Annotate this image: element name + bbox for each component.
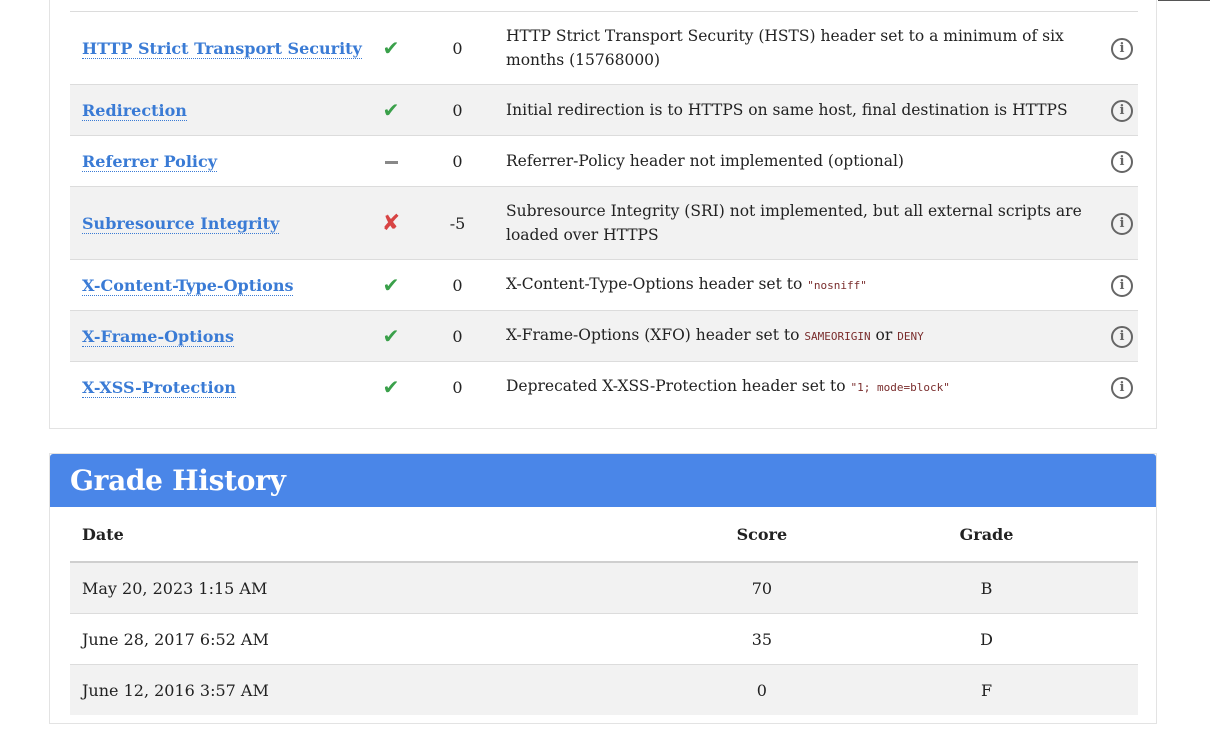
- test-score: -5: [449, 213, 466, 233]
- checkmark-icon: ✔: [382, 375, 400, 400]
- header-value: SAMEORIGIN: [804, 330, 871, 343]
- info-icon[interactable]: i: [1111, 212, 1133, 235]
- table-row: X-XSS-Protection ✔ 0 Deprecated X-XSS-Pr…: [70, 361, 1138, 413]
- history-score: 0: [756, 680, 767, 700]
- top-divider: [1158, 0, 1210, 1]
- history-score: 70: [688, 562, 836, 614]
- grade-history-panel: Grade History Date Score Grade May 20, 2…: [49, 453, 1157, 724]
- checkmark-icon: ✔: [382, 273, 400, 297]
- header-value: "nosniff": [807, 279, 867, 292]
- table-row: June 12, 2016 3:57 AM 0 F: [70, 664, 1138, 715]
- checkmark-icon: ✔: [382, 36, 400, 60]
- column-header-grade: Grade: [835, 507, 1138, 563]
- test-score: 0: [452, 38, 463, 58]
- test-link-subresource-integrity[interactable]: Subresource Integrity: [82, 213, 280, 234]
- cross-icon: ✘: [381, 210, 401, 236]
- info-icon[interactable]: i: [1111, 376, 1133, 399]
- history-date: June 28, 2017 6:52 AM: [70, 613, 689, 665]
- table-row: June 28, 2017 6:52 AM 35 D: [70, 613, 1138, 665]
- test-link-x-content-type-options[interactable]: X-Content-Type-Options: [82, 275, 294, 296]
- grade-history-title: Grade History: [50, 454, 1156, 507]
- info-icon[interactable]: i: [1111, 274, 1133, 297]
- table-row: Referrer Policy 0 Referrer-Policy header…: [70, 135, 1138, 187]
- history-grade: B: [835, 562, 1138, 614]
- test-score: 0: [452, 275, 463, 295]
- history-grade: D: [835, 613, 1138, 665]
- history-grade: F: [980, 680, 993, 700]
- column-header-score: Score: [688, 507, 836, 563]
- test-scores-table: HTTP Strict Transport Security ✔ 0 HTTP …: [70, 11, 1138, 413]
- test-score: 0: [452, 326, 463, 346]
- table-row: Subresource Integrity ✘ -5 Subresource I…: [70, 186, 1138, 260]
- history-date: May 20, 2023 1:15 AM: [70, 562, 689, 614]
- table-row: X-Content-Type-Options ✔ 0 X-Content-Typ…: [70, 259, 1138, 311]
- info-icon[interactable]: i: [1111, 37, 1133, 60]
- test-score: 0: [452, 151, 463, 171]
- header-value: DENY: [897, 330, 924, 343]
- checkmark-icon: ✔: [382, 98, 400, 122]
- info-icon[interactable]: i: [1111, 150, 1133, 173]
- table-row: Redirection ✔ 0 Initial redirection is t…: [70, 84, 1138, 136]
- test-reason: Initial redirection is to HTTPS on same …: [506, 101, 1068, 119]
- test-score: 0: [452, 377, 463, 397]
- header-value: "1; mode=block": [850, 381, 950, 395]
- reason-text: X-Content-Type-Options header set to: [506, 275, 808, 293]
- column-header-date: Date: [70, 507, 689, 563]
- info-icon[interactable]: i: [1111, 325, 1133, 348]
- table-row: May 20, 2023 1:15 AM 70 B: [70, 562, 1138, 614]
- test-link-x-frame-options[interactable]: X-Frame-Options: [82, 326, 235, 347]
- test-link-x-xss-protection[interactable]: X-XSS-Protection: [82, 377, 236, 398]
- test-link-redirection[interactable]: Redirection: [82, 100, 187, 121]
- info-icon[interactable]: i: [1111, 99, 1133, 122]
- checkmark-icon: ✔: [382, 324, 400, 348]
- reason-text: X-Frame-Options (XFO) header set to: [506, 326, 805, 344]
- history-date: June 12, 2016 3:57 AM: [82, 680, 269, 700]
- reason-text: or: [870, 326, 898, 344]
- table-row: X-Frame-Options ✔ 0 X-Frame-Options (XFO…: [70, 310, 1138, 362]
- dash-icon: [384, 160, 398, 164]
- test-score: 0: [452, 100, 463, 120]
- test-scores-panel: HTTP Strict Transport Security ✔ 0 HTTP …: [49, 0, 1157, 429]
- test-link-referrer-policy[interactable]: Referrer Policy: [82, 151, 218, 172]
- test-reason: Subresource Integrity (SRI) not implemen…: [506, 202, 1082, 244]
- test-reason: HTTP Strict Transport Security (HSTS) he…: [506, 27, 1064, 69]
- test-reason: Referrer-Policy header not implemented (…: [506, 152, 904, 170]
- grade-history-table: Date Score Grade May 20, 2023 1:15 AM 70…: [70, 507, 1138, 715]
- table-row: HTTP Strict Transport Security ✔ 0 HTTP …: [70, 11, 1138, 85]
- test-link-hsts[interactable]: HTTP Strict Transport Security: [82, 38, 362, 59]
- test-reason: Deprecated X-XSS-Protection header set t…: [497, 362, 1106, 413]
- table-header-row: Date Score Grade: [70, 507, 1138, 563]
- test-reason: X-Content-Type-Options header set to "no…: [497, 260, 1106, 311]
- history-score: 35: [688, 613, 836, 665]
- reason-text: Deprecated X-XSS-Protection header set t…: [506, 377, 851, 396]
- test-reason: X-Frame-Options (XFO) header set to SAME…: [497, 311, 1106, 362]
